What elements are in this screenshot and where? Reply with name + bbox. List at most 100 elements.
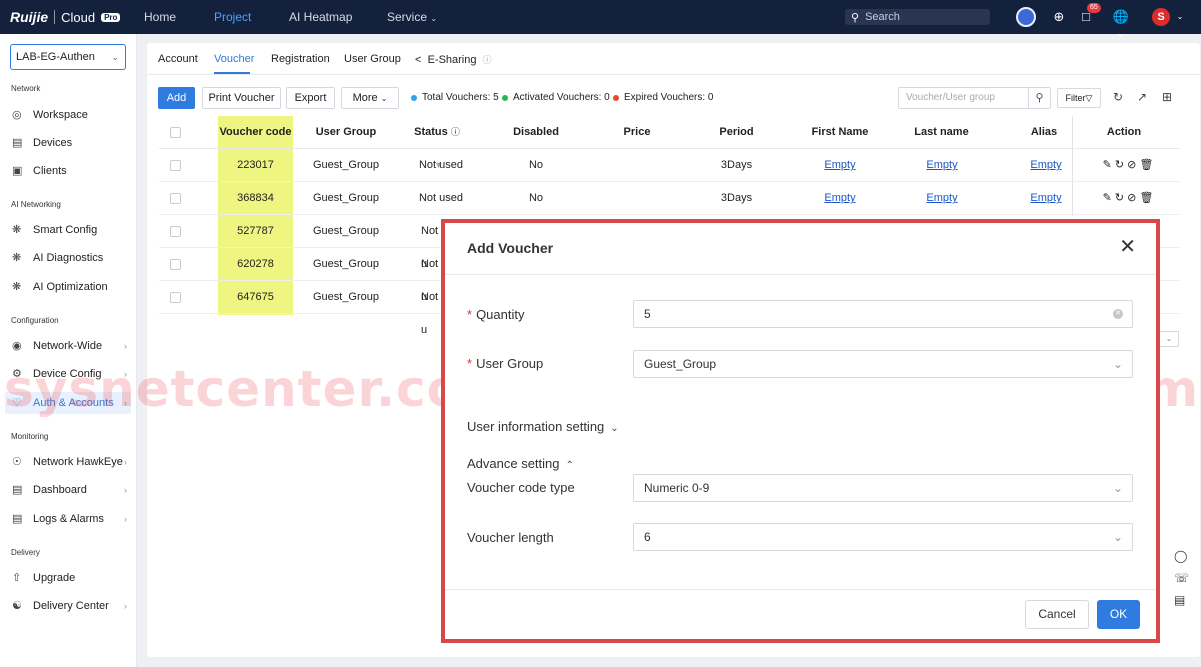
select-all-checkbox[interactable] bbox=[170, 127, 181, 138]
row-checkbox[interactable] bbox=[170, 226, 181, 237]
page-size-select[interactable]: ⌄ bbox=[1159, 331, 1179, 347]
add-button[interactable]: Add bbox=[158, 87, 195, 109]
sidebar-item-dashboard[interactable]: ▤ Dashboard › bbox=[5, 479, 131, 501]
cell-alias-link[interactable]: Empty bbox=[1026, 149, 1066, 182]
tab-e-sharing[interactable]: < E-Sharing ⓘ bbox=[415, 53, 492, 66]
export-button[interactable]: Export bbox=[286, 87, 335, 109]
edit-icon[interactable]: ✎ bbox=[1103, 192, 1112, 204]
close-icon[interactable]: ✕ bbox=[1119, 237, 1136, 257]
user-information-toggle[interactable]: User information setting ⌄ bbox=[467, 419, 619, 434]
sidebar-item-logs-alarms[interactable]: ▤ Logs & Alarms › bbox=[5, 508, 131, 530]
voucher-length-select[interactable]: 6 ⌄ bbox=[633, 523, 1133, 551]
edition-badge: Pro bbox=[101, 12, 121, 22]
nav-ai-heatmap[interactable]: AI Heatmap bbox=[289, 0, 352, 34]
support-headset-icon[interactable]: ☏ bbox=[1174, 571, 1189, 585]
filter-button[interactable]: Filter▽ bbox=[1057, 88, 1101, 108]
ok-button[interactable]: OK bbox=[1097, 600, 1140, 629]
voucher-code-type-select[interactable]: Numeric 0-9 ⌄ bbox=[633, 474, 1133, 502]
row-checkbox[interactable] bbox=[170, 292, 181, 303]
sidebar-item-network-hawkeye[interactable]: ☉ Network HawkEye › bbox=[5, 451, 131, 473]
globe-icon[interactable]: 🌐⌄ bbox=[1108, 9, 1134, 40]
header-disabled[interactable]: Disabled bbox=[506, 116, 566, 149]
quantity-input[interactable]: 5 ✕ bbox=[633, 300, 1133, 328]
header-status[interactable]: Status ⓘ ▼ bbox=[407, 116, 467, 170]
user-menu-chevron-icon[interactable]: ⌄ bbox=[1172, 9, 1188, 25]
assistant-avatar-icon[interactable] bbox=[1016, 7, 1036, 27]
column-settings-icon[interactable]: ⊞ bbox=[1162, 90, 1172, 104]
more-button[interactable]: More ⌄ bbox=[341, 87, 399, 109]
add-circle-icon[interactable]: ⊕ bbox=[1051, 9, 1067, 25]
tab-voucher[interactable]: Voucher bbox=[214, 53, 254, 65]
row-checkbox[interactable] bbox=[170, 160, 181, 171]
refresh-icon[interactable]: ↻ bbox=[1113, 90, 1123, 104]
row-checkbox[interactable] bbox=[170, 193, 181, 204]
section-title-ai-networking: AI Networking bbox=[11, 200, 61, 209]
sidebar-item-smart-config[interactable]: ❋ Smart Config bbox=[5, 219, 131, 241]
voucher-code-type-value: Numeric 0-9 bbox=[644, 481, 710, 495]
more-label: More bbox=[352, 92, 378, 104]
cell-last-name-link[interactable]: Empty bbox=[922, 182, 962, 215]
sidebar-item-workspace[interactable]: ◎ Workspace bbox=[5, 104, 131, 126]
chat-icon[interactable]: ◯ bbox=[1174, 549, 1187, 563]
table-row[interactable]: 223017 Guest_Group Not used No 3Days Emp… bbox=[159, 149, 1180, 182]
tab-registration[interactable]: Registration bbox=[271, 53, 330, 65]
cancel-button[interactable]: Cancel bbox=[1025, 600, 1089, 629]
tab-account[interactable]: Account bbox=[158, 53, 198, 65]
cell-last-name-link[interactable]: Empty bbox=[922, 149, 962, 182]
refresh-icon[interactable]: ↻ bbox=[1115, 159, 1124, 171]
sidebar-item-ai-diagnostics[interactable]: ❋ AI Diagnostics bbox=[5, 247, 131, 269]
header-period[interactable]: Period bbox=[714, 116, 759, 149]
global-search[interactable]: ⚲ Search bbox=[845, 9, 990, 25]
voucher-search-input[interactable]: Voucher/User group ⚲ bbox=[898, 87, 1051, 109]
ruijie-cloud-logo[interactable]: Ruijie Cloud Pro bbox=[10, 8, 121, 26]
sidebar-item-upgrade[interactable]: ⇧ Upgrade bbox=[5, 567, 131, 589]
search-icon[interactable]: ⚲ bbox=[1028, 88, 1050, 108]
edit-icon[interactable]: ✎ bbox=[1103, 159, 1112, 171]
sidebar-item-label: Clients bbox=[33, 165, 67, 177]
header-price[interactable]: Price bbox=[617, 116, 657, 149]
delete-icon[interactable]: 🗑 bbox=[1139, 159, 1153, 171]
user-avatar[interactable]: S bbox=[1152, 8, 1170, 26]
row-checkbox[interactable] bbox=[170, 259, 181, 270]
tab-user-group[interactable]: User Group bbox=[344, 53, 401, 65]
sidebar-item-delivery-center[interactable]: ☯ Delivery Center › bbox=[5, 595, 131, 617]
quantity-label-text: Quantity bbox=[476, 307, 525, 322]
sidebar-item-label: Upgrade bbox=[33, 572, 76, 584]
nav-home[interactable]: Home bbox=[144, 0, 176, 34]
sidebar-item-label: AI Diagnostics bbox=[33, 252, 104, 264]
delete-icon[interactable]: 🗑 bbox=[1139, 192, 1153, 204]
header-first-name[interactable]: First Name bbox=[805, 116, 875, 149]
table-row[interactable]: 368834 Guest_Group Not used No 3Days Emp… bbox=[159, 182, 1180, 215]
sidebar-item-clients[interactable]: ▣ Clients bbox=[5, 160, 131, 182]
document-icon[interactable]: ▤ bbox=[1174, 593, 1185, 607]
header-last-name[interactable]: Last name bbox=[909, 116, 974, 149]
blue-dot-icon bbox=[411, 94, 417, 101]
cell-status: Not u bbox=[421, 258, 439, 303]
cell-period: 3Days bbox=[720, 159, 753, 171]
disable-icon[interactable]: ⊘ bbox=[1127, 192, 1136, 204]
cell-disabled: No bbox=[528, 159, 544, 171]
nav-service[interactable]: Service ⌄ bbox=[387, 0, 437, 36]
disable-icon[interactable]: ⊘ bbox=[1127, 159, 1136, 171]
header-alias[interactable]: Alias bbox=[1019, 116, 1069, 149]
clear-icon[interactable]: ✕ bbox=[1113, 309, 1123, 319]
refresh-icon[interactable]: ↻ bbox=[1115, 192, 1124, 204]
open-external-icon[interactable]: ↗ bbox=[1137, 90, 1147, 104]
cell-user-group: Guest_Group bbox=[312, 225, 380, 237]
info-icon: ⓘ bbox=[482, 55, 492, 65]
print-voucher-button[interactable]: Print Voucher bbox=[202, 87, 281, 109]
cell-first-name-link[interactable]: Empty bbox=[820, 182, 860, 215]
cell-first-name-link[interactable]: Empty bbox=[820, 149, 860, 182]
header-voucher-code[interactable]: Voucher code bbox=[218, 116, 293, 149]
voucher-search-placeholder: Voucher/User group bbox=[906, 92, 995, 103]
cell-alias-link[interactable]: Empty bbox=[1026, 182, 1066, 215]
sidebar-item-devices[interactable]: ▤ Devices bbox=[5, 132, 131, 154]
user-group-select[interactable]: Guest_Group ⌄ bbox=[633, 350, 1133, 378]
sidebar-item-network-wide[interactable]: ◉ Network-Wide › bbox=[5, 335, 131, 357]
sidebar-item-ai-optimization[interactable]: ❋ AI Optimization bbox=[5, 276, 131, 298]
project-select[interactable]: LAB-EG-Authen ⌄ bbox=[10, 44, 126, 70]
nav-project[interactable]: Project bbox=[214, 0, 251, 34]
user-group-value: Guest_Group bbox=[644, 357, 717, 371]
header-user-group[interactable]: User Group bbox=[311, 116, 381, 149]
advance-setting-toggle[interactable]: Advance setting ⌃ bbox=[467, 456, 574, 471]
